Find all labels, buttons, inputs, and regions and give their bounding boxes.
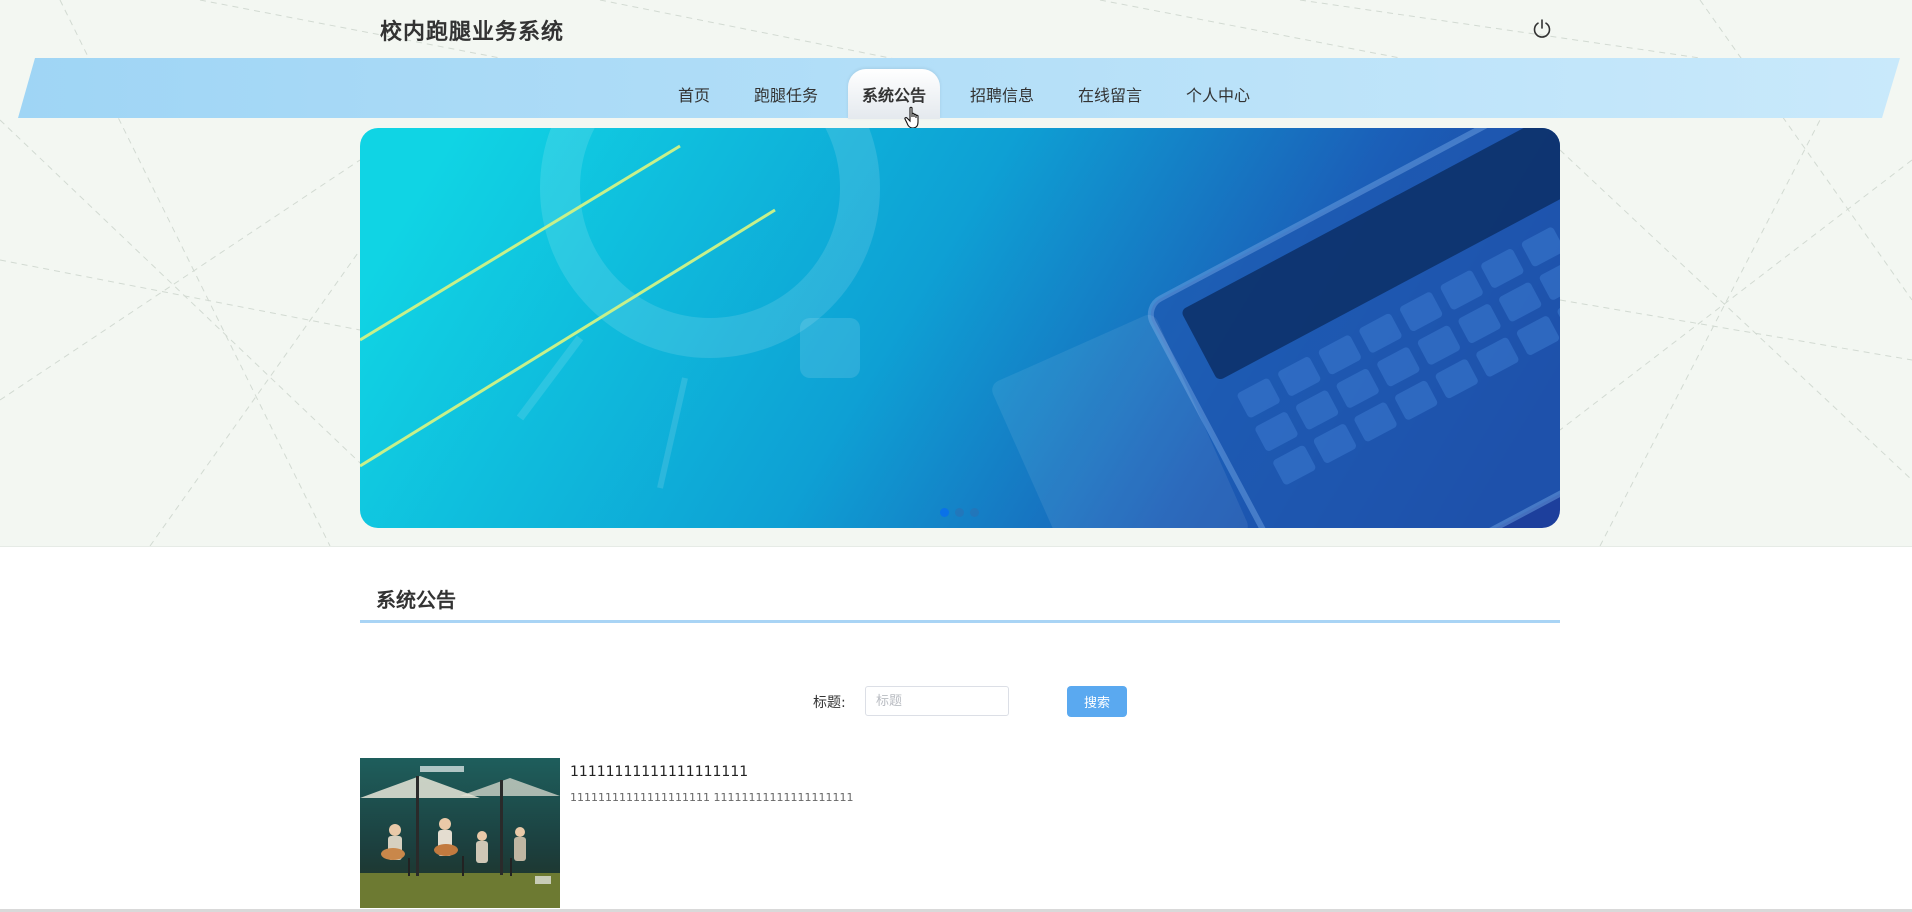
notice-description: 11111111111111111111 1111111111111111111… — [570, 791, 854, 804]
power-icon — [1533, 19, 1551, 38]
carousel-dot-2[interactable] — [955, 508, 964, 517]
notice-thumbnail — [360, 758, 560, 908]
main-nav: 首页 跑腿任务 系统公告 招聘信息 在线留言 个人中心 — [0, 69, 1912, 119]
top-area: 校内跑腿业务系统 首页 跑腿任务 系统公告 招聘信息 在线留言 个人中心 — [0, 0, 1912, 547]
search-button[interactable]: 搜索 — [1067, 686, 1127, 717]
search-title-label: 标题: — [813, 695, 846, 711]
notice-title: 11111111111111111111 — [570, 764, 749, 780]
carousel-dot-1[interactable] — [940, 508, 949, 517]
carousel-indicators — [940, 508, 979, 517]
notice-list-item[interactable]: 11111111111111111111 1111111111111111111… — [360, 758, 1560, 908]
section-divider — [360, 620, 1560, 623]
nav-item-errand-tasks[interactable]: 跑腿任务 — [740, 69, 832, 119]
carousel-dot-3[interactable] — [970, 508, 979, 517]
nav-item-system-notices[interactable]: 系统公告 — [847, 69, 940, 119]
nav-item-recruitment[interactable]: 招聘信息 — [956, 69, 1048, 119]
section-title: 系统公告 — [376, 588, 456, 612]
banner-image — [360, 128, 1560, 528]
banner-carousel[interactable] — [360, 128, 1560, 528]
notice-thumbnail-image — [360, 758, 560, 908]
hand-cursor-icon — [904, 106, 919, 129]
site-title: 校内跑腿业务系统 — [380, 20, 565, 45]
nav-item-personal-center[interactable]: 个人中心 — [1172, 69, 1264, 119]
nav-item-home[interactable]: 首页 — [664, 69, 724, 119]
logout-button[interactable] — [1529, 16, 1555, 42]
nav-item-online-messages[interactable]: 在线留言 — [1064, 69, 1156, 119]
search-title-input[interactable] — [865, 686, 1009, 716]
